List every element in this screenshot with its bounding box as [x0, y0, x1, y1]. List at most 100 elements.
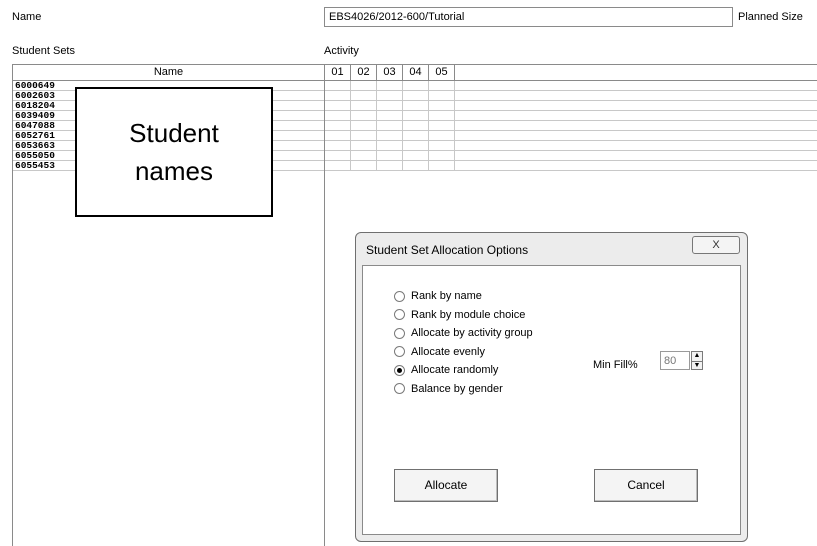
- activity-cell[interactable]: [325, 161, 351, 170]
- activity-row: [325, 161, 817, 171]
- radio-button-icon[interactable]: [394, 309, 405, 320]
- activity-row: [325, 121, 817, 131]
- min-fill-label: Min Fill%: [593, 359, 638, 371]
- activity-row-filler: [455, 131, 817, 140]
- activity-cell[interactable]: [351, 111, 377, 120]
- activity-cell[interactable]: [429, 141, 455, 150]
- activity-header-filler: [455, 65, 817, 80]
- allocation-option-label: Balance by gender: [411, 382, 503, 395]
- activity-cell[interactable]: [403, 141, 429, 150]
- activity-column-header[interactable]: 04: [403, 65, 429, 80]
- radio-button-icon[interactable]: [394, 364, 405, 376]
- activity-cell[interactable]: [429, 81, 455, 90]
- activity-cell[interactable]: [351, 91, 377, 100]
- spin-down-icon[interactable]: ▼: [692, 362, 702, 371]
- activity-cell[interactable]: [351, 131, 377, 140]
- dialog-title: Student Set Allocation Options: [366, 243, 529, 257]
- student-name-column-header[interactable]: Name: [13, 65, 324, 81]
- activity-cell[interactable]: [429, 121, 455, 130]
- activity-cell[interactable]: [377, 111, 403, 120]
- activity-cell[interactable]: [377, 161, 403, 170]
- activity-cell[interactable]: [377, 121, 403, 130]
- activity-cell[interactable]: [403, 131, 429, 140]
- name-field[interactable]: EBS4026/2012-600/Tutorial: [324, 7, 733, 27]
- allocation-option-label: Rank by module choice: [411, 308, 526, 321]
- activity-cell[interactable]: [403, 111, 429, 120]
- activity-column-header[interactable]: 03: [377, 65, 403, 80]
- radio-button-icon[interactable]: [394, 327, 405, 339]
- activity-cell[interactable]: [325, 131, 351, 140]
- activity-cell[interactable]: [351, 161, 377, 170]
- activity-cell[interactable]: [377, 81, 403, 90]
- activity-cell[interactable]: [351, 151, 377, 160]
- activity-cell[interactable]: [325, 151, 351, 160]
- allocate-button[interactable]: Allocate: [394, 469, 498, 502]
- activity-cell[interactable]: [377, 131, 403, 140]
- activity-cell[interactable]: [377, 151, 403, 160]
- spin-up-icon[interactable]: ▲: [692, 352, 702, 362]
- activity-row-filler: [455, 151, 817, 160]
- allocation-option-label: Allocate by activity group: [411, 327, 533, 339]
- activity-cell[interactable]: [429, 151, 455, 160]
- activity-cell[interactable]: [351, 81, 377, 90]
- student-names-callout: Student names: [75, 87, 273, 217]
- activity-row: [325, 91, 817, 101]
- activity-row-filler: [455, 111, 817, 120]
- activity-cell[interactable]: [429, 161, 455, 170]
- cancel-button[interactable]: Cancel: [594, 469, 698, 502]
- activity-column-header[interactable]: 02: [351, 65, 377, 80]
- activity-cell[interactable]: [325, 81, 351, 90]
- activity-cell[interactable]: [403, 121, 429, 130]
- activity-cell[interactable]: [403, 161, 429, 170]
- activity-cell[interactable]: [325, 101, 351, 110]
- student-sets-label: Student Sets: [12, 45, 75, 57]
- activity-row-filler: [455, 161, 817, 170]
- activity-cell[interactable]: [403, 81, 429, 90]
- min-fill-input[interactable]: 80: [660, 351, 690, 370]
- activity-row-filler: [455, 141, 817, 150]
- activity-cell[interactable]: [351, 141, 377, 150]
- activity-cell[interactable]: [325, 91, 351, 100]
- activity-row-filler: [455, 81, 817, 90]
- activity-cell[interactable]: [429, 131, 455, 140]
- activity-cell[interactable]: [351, 121, 377, 130]
- activity-cell[interactable]: [429, 111, 455, 120]
- activity-cell[interactable]: [377, 101, 403, 110]
- activity-cell[interactable]: [429, 101, 455, 110]
- allocation-option[interactable]: Balance by gender: [394, 382, 503, 396]
- allocation-option[interactable]: Allocate randomly: [394, 363, 498, 377]
- allocation-option[interactable]: Allocate evenly: [394, 345, 485, 359]
- dialog-body: Rank by name Rank by module choice Allocat…: [362, 265, 741, 535]
- activity-cell[interactable]: [403, 91, 429, 100]
- activity-row: [325, 131, 817, 141]
- activity-row: [325, 141, 817, 151]
- min-fill-spinner[interactable]: ▲ ▼: [691, 351, 703, 370]
- activity-cell[interactable]: [325, 141, 351, 150]
- activity-column-header[interactable]: 01: [325, 65, 351, 80]
- allocation-option[interactable]: Rank by name: [394, 289, 482, 303]
- activity-column-header[interactable]: 05: [429, 65, 455, 80]
- radio-button-icon[interactable]: [394, 383, 405, 394]
- activity-cell[interactable]: [351, 101, 377, 110]
- activity-cell[interactable]: [403, 151, 429, 160]
- planned-size-label: Planned Size: [738, 11, 803, 23]
- activity-row: [325, 81, 817, 91]
- activity-cell[interactable]: [325, 121, 351, 130]
- activity-cell[interactable]: [325, 111, 351, 120]
- allocation-option-label: Allocate randomly: [411, 364, 499, 376]
- allocation-option[interactable]: Allocate by activity group: [394, 326, 533, 340]
- radio-button-icon[interactable]: [394, 346, 405, 357]
- activity-row: [325, 151, 817, 161]
- callout-line-2: names: [134, 156, 214, 186]
- activity-row: [325, 101, 817, 111]
- activity-cell[interactable]: [429, 91, 455, 100]
- activity-row-filler: [455, 91, 817, 100]
- activity-cell[interactable]: [377, 141, 403, 150]
- close-icon[interactable]: X: [692, 236, 740, 254]
- allocation-option-label: Rank by name: [411, 290, 482, 302]
- radio-button-icon[interactable]: [394, 290, 405, 302]
- activity-cell[interactable]: [403, 101, 429, 110]
- allocation-option[interactable]: Rank by module choice: [394, 308, 525, 322]
- callout-line-1: Student: [129, 118, 219, 148]
- activity-cell[interactable]: [377, 91, 403, 100]
